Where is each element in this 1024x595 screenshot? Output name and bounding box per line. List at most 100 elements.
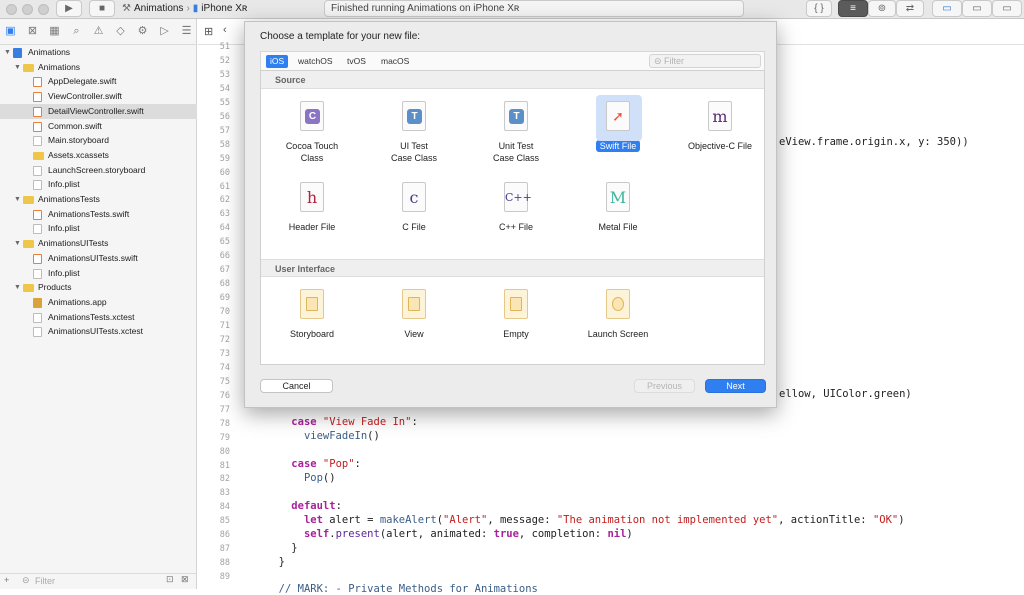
template-filter-input[interactable]: ⊝ Filter	[649, 54, 761, 68]
tree-item[interactable]: Assets.xcassets	[0, 148, 197, 163]
template-metal-file[interactable]: M Metal File	[570, 182, 666, 233]
navigator-filter-input[interactable]: Filter	[35, 576, 55, 586]
disclosure-triangle-icon[interactable]: ▼	[14, 192, 22, 207]
template-cpp-file[interactable]: C++ C++ File	[468, 182, 564, 233]
line-number: 72	[219, 334, 230, 345]
debug-icon[interactable]: ⚙	[136, 25, 149, 38]
standard-editor-button[interactable]: ≡	[838, 0, 868, 17]
tree-item[interactable]: ▼ AnimationsTests	[0, 192, 197, 207]
version-editor-button[interactable]: ⇄	[896, 0, 924, 17]
zoom-window-button[interactable]	[38, 4, 49, 15]
toggle-navigator-button[interactable]: ▭	[932, 0, 962, 17]
file-icon	[33, 180, 42, 191]
template-empty-file[interactable]: Empty	[468, 289, 564, 340]
template-launch-screen[interactable]: Launch Screen	[570, 289, 666, 340]
tree-item[interactable]: Animations.app	[0, 295, 197, 310]
previous-button[interactable]: Previous	[634, 379, 695, 393]
tree-item[interactable]: Main.storyboard	[0, 133, 197, 148]
line-number: 51	[219, 42, 230, 52]
tree-item[interactable]: ▼ Products	[0, 280, 197, 295]
tree-item[interactable]: AppDelegate.swift	[0, 74, 197, 89]
report-icon[interactable]: ☰	[180, 25, 193, 38]
disclosure-triangle-icon[interactable]: ▼	[14, 280, 22, 295]
tree-item[interactable]: AnimationsUITests.swift	[0, 251, 197, 266]
tree-item[interactable]: ViewController.swift	[0, 89, 197, 104]
tree-item[interactable]: ▼ Animations	[0, 60, 197, 75]
tree-item[interactable]: Info.plist	[0, 177, 197, 192]
add-icon[interactable]: +	[4, 575, 9, 585]
library-button[interactable]: { }	[806, 0, 832, 17]
back-icon[interactable]: ‹	[223, 24, 227, 36]
tree-item[interactable]: ▼ AnimationsUITests	[0, 236, 197, 251]
disclosure-triangle-icon[interactable]: ▼	[4, 45, 12, 60]
chevron-right-icon: ›	[186, 3, 190, 14]
line-number: 77	[219, 404, 230, 415]
scheme-selector[interactable]: ⚒ Animations › ▮ iPhone Xʀ	[122, 0, 247, 17]
show-modified-icon[interactable]: ⊠	[181, 574, 189, 585]
run-button[interactable]: ▶	[56, 0, 82, 17]
line-number: 61	[219, 181, 230, 192]
c-file-icon: c	[402, 182, 426, 212]
tree-item[interactable]: AnimationsTests.swift	[0, 207, 197, 222]
symbol-icon[interactable]: ▦	[48, 25, 61, 38]
line-number: 73	[219, 348, 230, 359]
tab-tvos[interactable]: tvOS	[343, 55, 370, 68]
tree-item[interactable]: Info.plist	[0, 221, 197, 236]
source-control-icon[interactable]: ⊠	[26, 25, 39, 38]
template-swift-file[interactable]: ➚ Swift File	[570, 95, 666, 152]
template-glyph: M	[609, 188, 627, 207]
tree-item[interactable]: AnimationsTests.xctest	[0, 310, 197, 325]
toggle-inspector-button[interactable]: ▭	[992, 0, 1022, 17]
tree-item[interactable]: AnimationsUITests.xctest	[0, 324, 197, 339]
template-ui-test-case-class[interactable]: T UI Test Case Class	[366, 101, 462, 164]
code-token: , message:	[487, 513, 557, 526]
template-header-file[interactable]: h Header File	[264, 182, 360, 233]
tab-watchos[interactable]: watchOS	[294, 55, 337, 68]
recent-files-icon[interactable]: ⊡	[166, 574, 174, 585]
folder-icon[interactable]: ▣	[4, 25, 17, 38]
breakpoint-icon[interactable]: ▷	[158, 25, 171, 38]
template-cocoa-touch-class[interactable]: C Cocoa Touch Class	[264, 101, 360, 164]
tree-item[interactable]: Info.plist	[0, 266, 197, 281]
line-number: 60	[219, 167, 230, 178]
tab-macos[interactable]: macOS	[377, 55, 413, 68]
line-number: 81	[219, 460, 230, 471]
minimize-window-button[interactable]	[22, 4, 33, 15]
file-icon	[33, 77, 42, 88]
search-icon[interactable]: ⌕	[70, 25, 83, 38]
code-line: self.present(alert, animated: true, comp…	[266, 528, 633, 540]
next-button[interactable]: Next	[705, 379, 766, 393]
warning-icon[interactable]: ⚠	[92, 25, 105, 38]
template-c-file[interactable]: c C File	[366, 182, 462, 233]
line-number: 69	[219, 293, 230, 304]
test-icon[interactable]: ◇	[114, 25, 127, 38]
navigator-tabs: ▣ ⊠ ▦ ⌕ ⚠ ◇ ⚙ ▷ ☰	[0, 19, 196, 45]
toggle-debug-area-button[interactable]: ▭	[962, 0, 992, 17]
disclosure-triangle-icon[interactable]: ▼	[14, 60, 22, 75]
assistant-editor-button[interactable]: ⊚	[868, 0, 896, 17]
disclosure-triangle-icon[interactable]: ▼	[14, 236, 22, 251]
line-number: 57	[219, 125, 230, 136]
ui-test-case-class-icon: T	[402, 101, 426, 131]
template-storyboard[interactable]: Storyboard	[264, 289, 360, 340]
folder-icon	[23, 196, 34, 204]
tree-item[interactable]: ▼ Animations	[0, 45, 197, 60]
folder-icon	[23, 240, 34, 249]
template-objective-c-file[interactable]: m Objective-C File	[672, 101, 768, 152]
template-unit-test-case-class[interactable]: T Unit Test Case Class	[468, 101, 564, 164]
tab-ios[interactable]: iOS	[266, 55, 289, 68]
close-window-button[interactable]	[6, 4, 17, 15]
related-items-icon[interactable]: ⊞	[204, 25, 213, 38]
stop-button[interactable]: ■	[89, 0, 115, 17]
tree-item[interactable]: Common.swift	[0, 119, 197, 134]
scheme-project: Animations	[133, 3, 184, 14]
template-view-xib[interactable]: View	[366, 289, 462, 340]
cancel-button[interactable]: Cancel	[260, 379, 333, 393]
bottom-panel-icon: ▭	[972, 3, 982, 14]
tree-item[interactable]: DetailViewController.swift	[0, 103, 197, 119]
new-file-template-sheet: Choose a template for your new file: iOS…	[244, 21, 777, 408]
code-token: "The animation not implemented yet"	[556, 513, 779, 526]
tree-item[interactable]: LaunchScreen.storyboard	[0, 163, 197, 178]
launch-screen-icon	[606, 289, 630, 319]
